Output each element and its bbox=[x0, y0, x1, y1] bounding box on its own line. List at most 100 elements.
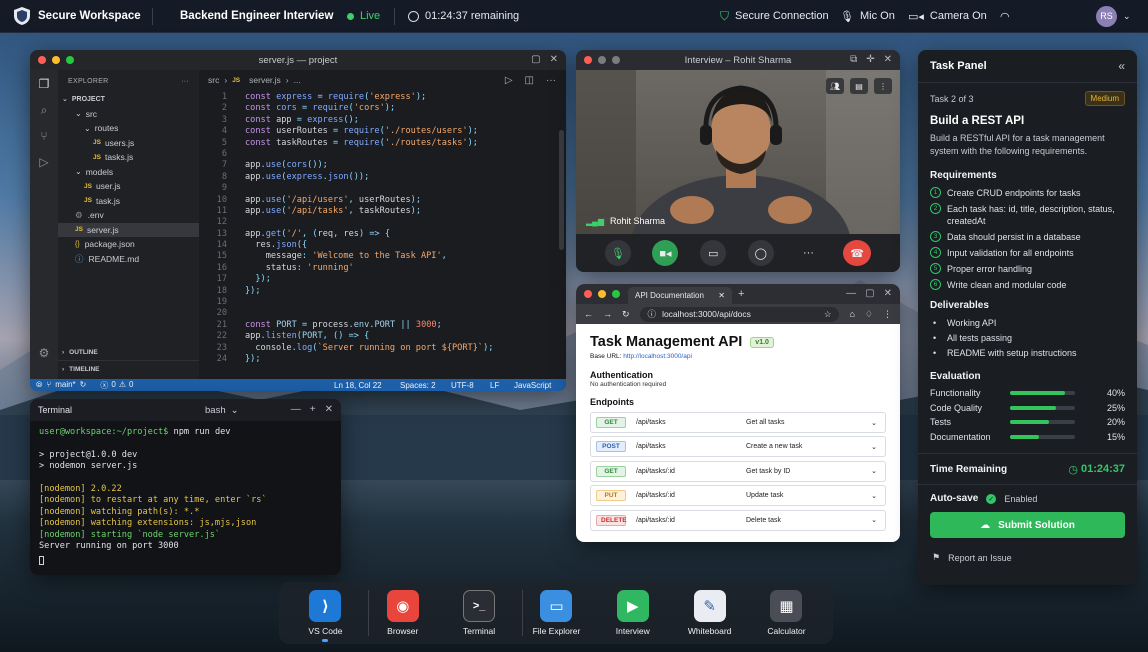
minimize-icon[interactable]: — bbox=[291, 404, 301, 415]
close-tab-icon[interactable]: ✕ bbox=[718, 291, 725, 300]
mic-toggle[interactable]: 🎙︎ Mic On bbox=[840, 10, 895, 23]
dock-item-browser[interactable]: ◉ Browser bbox=[368, 590, 436, 636]
microphone-button[interactable]: 🎙︎ bbox=[604, 240, 631, 266]
pin-icon[interactable]: ✛ bbox=[866, 54, 874, 65]
file-tree-item[interactable]: {} package.json bbox=[58, 237, 199, 252]
forward-icon[interactable]: → bbox=[603, 309, 612, 319]
more-actions-icon[interactable]: ··· bbox=[181, 78, 189, 85]
maximize-window-button[interactable] bbox=[612, 56, 620, 64]
end-call-button[interactable]: ☎ bbox=[843, 240, 872, 266]
address-bar[interactable]: ⓘ localhost:3000/api/docs ☆ bbox=[639, 306, 840, 322]
more-button[interactable]: ··· bbox=[795, 240, 821, 266]
user-menu[interactable]: RS ⌄ bbox=[1096, 5, 1131, 27]
minimize-icon[interactable]: — bbox=[846, 288, 856, 299]
files-icon[interactable]: ❐ bbox=[39, 78, 50, 90]
cursor-position[interactable]: Ln 18, Col 22 bbox=[334, 381, 382, 390]
close-icon[interactable]: ✕ bbox=[884, 288, 892, 299]
shell-selector[interactable]: bash ⌄ bbox=[205, 405, 239, 416]
line-ending[interactable]: LF bbox=[490, 381, 499, 390]
extensions-icon[interactable]: ⌂ bbox=[849, 309, 854, 319]
endpoint-row[interactable]: POST/api/tasks Create a new task ⌄ bbox=[590, 436, 886, 458]
minimize-window-button[interactable] bbox=[598, 290, 606, 298]
endpoint-row[interactable]: PUT/api/tasks/:id Update task ⌄ bbox=[590, 485, 886, 507]
language-mode[interactable]: JavaScript bbox=[514, 381, 551, 390]
branch-indicator[interactable]: ⦾ ⑂ main* ↻ bbox=[36, 380, 86, 390]
chevron-down-icon[interactable]: ⌄ bbox=[871, 443, 877, 451]
encoding[interactable]: UTF-8 bbox=[451, 381, 474, 390]
endpoint-row[interactable]: GET/api/tasks Get all tasks ⌄ bbox=[590, 412, 886, 433]
close-icon[interactable]: ✕ bbox=[325, 404, 333, 415]
file-tree-item[interactable]: ⌄ src bbox=[58, 107, 199, 122]
camera-toggle[interactable]: ▭◂ Camera On bbox=[908, 10, 987, 23]
dock-item-vs-code[interactable]: ⟩ VS Code bbox=[291, 590, 359, 642]
editor-scrollbar[interactable] bbox=[559, 130, 564, 250]
breadcrumb-item[interactable]: src bbox=[208, 75, 219, 85]
dock-item-interview[interactable]: ▶ Interview bbox=[599, 590, 667, 636]
camera-button[interactable]: ■◂ bbox=[652, 240, 679, 266]
file-tree-item[interactable]: JS users.js bbox=[58, 136, 199, 151]
minimize-window-button[interactable] bbox=[52, 56, 60, 64]
notifications-icon[interactable]: ♢ bbox=[865, 309, 873, 320]
breadcrumb-item[interactable]: server.js bbox=[249, 75, 281, 85]
terminal-output[interactable]: user@workspace:~/project$ npm run dev > … bbox=[30, 421, 341, 575]
split-editor-icon[interactable]: ◫ bbox=[525, 75, 534, 86]
back-icon[interactable]: ← bbox=[584, 309, 593, 319]
maximize-window-button[interactable] bbox=[66, 56, 74, 64]
bookmark-star-icon[interactable]: ☆ bbox=[824, 309, 832, 320]
chevron-down-icon[interactable]: ⌄ bbox=[871, 516, 877, 524]
breadcrumb-item[interactable]: ... bbox=[294, 75, 301, 85]
submit-solution-button[interactable]: ☁ Submit Solution bbox=[930, 512, 1125, 538]
run-icon[interactable]: ▷ bbox=[505, 75, 513, 86]
timeline-section[interactable]: › TIMELINE bbox=[62, 363, 100, 378]
close-window-button[interactable] bbox=[584, 290, 592, 298]
chat-button[interactable]: ◯ bbox=[747, 240, 774, 266]
more-actions-icon[interactable]: ··· bbox=[546, 75, 556, 86]
file-tree-item[interactable]: JS server.js bbox=[58, 222, 199, 237]
run-debug-icon[interactable]: ▷ bbox=[39, 156, 48, 168]
endpoint-row[interactable]: GET/api/tasks/:id Get task by ID ⌄ bbox=[590, 460, 886, 482]
dock-item-whiteboard[interactable]: ✎ Whiteboard bbox=[676, 590, 744, 636]
base-url-link[interactable]: http://localhost:3000/api bbox=[623, 353, 692, 360]
project-folder[interactable]: ⌄ PROJECT bbox=[58, 92, 199, 107]
settings-gear-icon[interactable]: ⚙ bbox=[39, 347, 50, 359]
restore-icon[interactable]: ▢ bbox=[865, 288, 874, 299]
file-tree-item[interactable]: ⌄ routes bbox=[58, 121, 199, 136]
close-icon[interactable]: ✕ bbox=[884, 54, 892, 65]
report-issue-link[interactable]: ⚑ Report an Issue bbox=[930, 552, 1125, 563]
dock-item-file-explorer[interactable]: ▭ File Explorer bbox=[521, 590, 590, 636]
indentation[interactable]: Spaces: 2 bbox=[400, 381, 436, 390]
search-icon[interactable]: ⌕ bbox=[41, 104, 48, 116]
reload-icon[interactable]: ↻ bbox=[622, 309, 630, 320]
maximize-window-button[interactable] bbox=[612, 290, 620, 298]
chevron-down-icon[interactable]: ⌄ bbox=[871, 467, 877, 475]
outline-section[interactable]: › OUTLINE bbox=[62, 346, 98, 361]
file-tree-item[interactable]: ⌄ models bbox=[58, 165, 199, 180]
add-terminal-icon[interactable]: + bbox=[310, 404, 316, 415]
chevron-down-icon[interactable]: ⌄ bbox=[871, 419, 877, 427]
file-tree-item[interactable]: JS task.js bbox=[58, 194, 199, 209]
minimize-window-button[interactable] bbox=[598, 56, 606, 64]
file-tree-item[interactable]: ⚙ .env bbox=[58, 208, 199, 223]
participants-icon[interactable]: 👥︎ bbox=[826, 78, 844, 94]
more-options-icon[interactable]: ⋮ bbox=[874, 78, 892, 94]
dock-item-calculator[interactable]: ▦ Calculator bbox=[752, 590, 820, 636]
collapse-panel-icon[interactable]: « bbox=[1118, 59, 1125, 73]
browser-menu-icon[interactable]: ⋮ bbox=[883, 309, 892, 320]
chevron-down-icon[interactable]: ⌄ bbox=[871, 492, 877, 500]
problems-indicator[interactable]: ⓧ 0 ⚠ 0 bbox=[100, 380, 133, 391]
dock-item-terminal[interactable]: >_ Terminal bbox=[445, 590, 513, 636]
browser-tab[interactable]: API Documentation ✕ bbox=[628, 287, 732, 304]
close-window-button[interactable] bbox=[584, 56, 592, 64]
source-control-icon[interactable]: ⑂ bbox=[40, 130, 47, 142]
close-icon[interactable]: ✕ bbox=[550, 54, 558, 65]
captions-icon[interactable]: ▤ bbox=[850, 78, 868, 94]
share-screen-button[interactable]: ▭ bbox=[700, 240, 727, 266]
file-tree-item[interactable]: JS user.js bbox=[58, 179, 199, 194]
endpoint-row[interactable]: DELETE/api/tasks/:id Delete task ⌄ bbox=[590, 509, 886, 531]
file-tree-item[interactable]: ⓘ README.md bbox=[58, 252, 199, 267]
close-window-button[interactable] bbox=[38, 56, 46, 64]
layout-icon[interactable]: ▢ bbox=[531, 54, 540, 65]
new-tab-icon[interactable]: + bbox=[738, 288, 744, 300]
popout-icon[interactable]: ⧉ bbox=[850, 54, 857, 65]
file-tree-item[interactable]: JS tasks.js bbox=[58, 150, 199, 165]
